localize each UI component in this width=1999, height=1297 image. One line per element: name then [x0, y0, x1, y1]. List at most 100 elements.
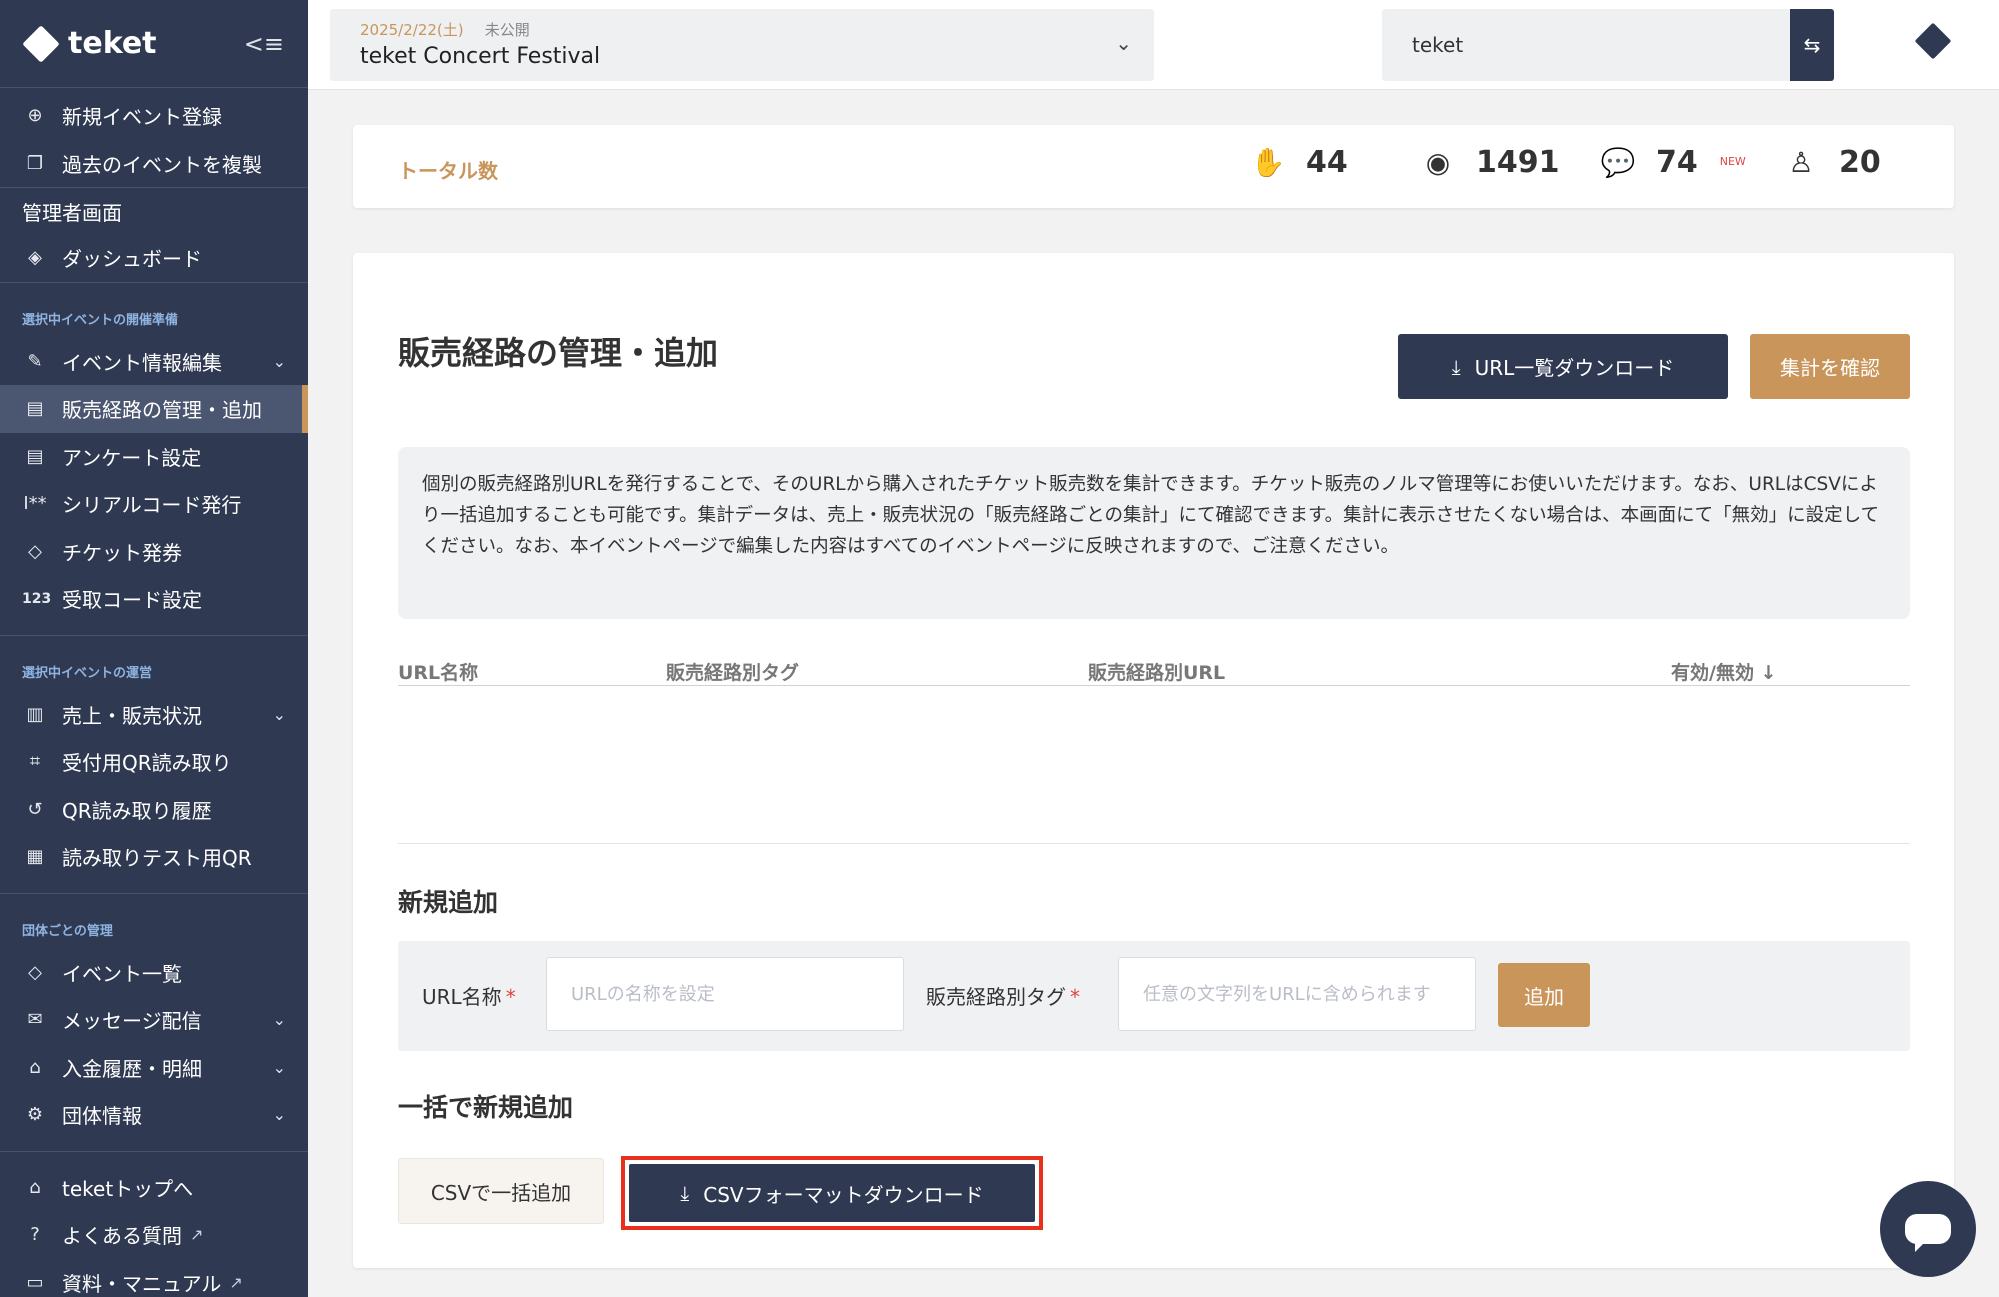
document-icon: ▤ — [26, 445, 44, 467]
eye-icon: ◉ — [1425, 146, 1451, 179]
add-button[interactable]: 追加 — [1498, 963, 1590, 1027]
totals-card: トータル数 ✋ 44 ◉ 1491 💬 74 NEW ♙ 20 — [353, 125, 1954, 208]
event-meta: 2025/2/22(土) 未公開 — [360, 19, 1124, 40]
column-url: 販売経路別URL — [1088, 662, 1226, 684]
page-title: 販売経路の管理・追加 — [398, 334, 719, 372]
sidebar-item-test-qr[interactable]: ▦ 読み取りテスト用QR — [0, 833, 308, 881]
sidebar-header: teket <≡ — [0, 0, 308, 88]
history-icon: ↺ — [27, 798, 43, 820]
sidebar-item-label: QR読み取り履歴 — [62, 798, 212, 823]
sidebar-item-label: 入金履歴・明細 — [62, 1056, 202, 1081]
tag-icon: ◇ — [28, 961, 42, 983]
chevron-down-icon: ⌄ — [272, 351, 286, 371]
sidebar-item-label: シリアルコード発行 — [62, 493, 242, 518]
scan-icon: ⌗ — [29, 751, 41, 773]
new-add-form: URL名称 * 販売経路別タグ* 追加 — [398, 941, 1910, 1051]
url-name-input[interactable] — [546, 957, 904, 1031]
sidebar-item-qr-history[interactable]: ↺ QR読み取り履歴 — [0, 786, 308, 834]
layers-icon: ◈ — [28, 247, 42, 269]
comments-count: 74 — [1656, 145, 1698, 180]
question-icon: ? — [30, 1224, 40, 1246]
sidebar-item-teket-top[interactable]: ⌂ teketトップへ — [0, 1164, 308, 1212]
comments-stat: 💬 74 NEW — [1598, 145, 1746, 180]
sidebar-item-edit-event[interactable]: ✎ イベント情報編集 ⌄ — [0, 338, 308, 386]
sidebar-item-sales-status[interactable]: ▥ 売上・販売状況 ⌄ — [0, 691, 308, 739]
clap-count: 44 — [1306, 145, 1348, 180]
serial-icon: I** — [23, 493, 47, 515]
sidebar-item-label: 読み取りテスト用QR — [62, 846, 252, 871]
comment-icon: 💬 — [1600, 146, 1636, 179]
gear-icon: ⚙ — [26, 1104, 44, 1126]
teket-logo-icon[interactable] — [1914, 22, 1952, 60]
button-label: 集計を確認 — [1780, 356, 1880, 380]
sidebar-item-serial-code[interactable]: I** シリアルコード発行 — [0, 480, 308, 528]
sidebar-item-messages[interactable]: ✉ メッセージ配信 ⌄ — [0, 996, 308, 1044]
sidebar-item-label: ダッシュボード — [62, 247, 202, 272]
sidebar-divider — [0, 1150, 308, 1152]
url-list-download-button[interactable]: ⤓ URL一覧ダウンロード — [1398, 334, 1728, 399]
sidebar-item-payments[interactable]: ⌂ 入金履歴・明細 ⌄ — [0, 1044, 308, 1092]
organization-name: teket — [1412, 33, 1464, 57]
sidebar-item-sales-channels[interactable]: ▤ 販売経路の管理・追加 — [0, 385, 308, 433]
collapse-sidebar-icon[interactable]: <≡ — [244, 30, 284, 58]
sidebar-item-receive-code[interactable]: 123 受取コード設定 — [0, 575, 308, 623]
label-text: URL名称 — [422, 985, 502, 1009]
sidebar-item-new-event[interactable]: ⊕ 新規イベント登録 — [0, 92, 308, 140]
csv-format-download-button[interactable]: ⤓ CSVフォーマットダウンロード — [629, 1164, 1035, 1222]
column-url-name: URL名称 — [398, 662, 479, 684]
sidebar-item-label: 資料・マニュアル — [62, 1271, 222, 1296]
event-status: 未公開 — [484, 21, 530, 39]
sidebar-item-qr-scan[interactable]: ⌗ 受付用QR読み取り — [0, 738, 308, 786]
sidebar-item-label: 受付用QR読み取り — [62, 751, 232, 776]
sidebar-item-dashboard[interactable]: ◈ ダッシュボード — [0, 234, 308, 282]
chevron-down-icon: ⌄ — [272, 1105, 286, 1125]
views-stat: ◉ 1491 — [1418, 145, 1560, 180]
home-icon: ⌂ — [29, 1176, 41, 1198]
swap-icon: ⇆ — [1803, 33, 1821, 57]
view-aggregate-button[interactable]: 集計を確認 — [1750, 334, 1910, 399]
sidebar-item-label: イベント一覧 — [62, 961, 182, 986]
sidebar-item-org-info[interactable]: ⚙ 団体情報 ⌄ — [0, 1091, 308, 1139]
table-bottom-divider — [398, 843, 1910, 844]
sidebar-item-ticket-issue[interactable]: ◇ チケット発券 — [0, 528, 308, 576]
column-tag: 販売経路別タグ — [666, 662, 800, 684]
brand-name: teket — [68, 26, 157, 61]
top-bar: 2025/2/22(土) 未公開 teket Concert Festival … — [308, 0, 1999, 90]
button-label: CSVフォーマットダウンロード — [703, 1182, 984, 1207]
sidebar-section-title: 団体ごとの管理 — [22, 923, 113, 939]
button-label: 追加 — [1524, 984, 1564, 1009]
sidebar-item-label: 新規イベント登録 — [62, 105, 222, 130]
totals-label: トータル数 — [398, 159, 498, 183]
tag-input[interactable] — [1118, 957, 1476, 1031]
chevron-down-icon: ⌄ — [1115, 31, 1132, 55]
sidebar-item-admin[interactable]: 管理者画面 — [0, 187, 308, 234]
table-header: URL名称 販売経路別タグ 販売経路別URL 有効/無効 ↓ — [398, 653, 1910, 686]
sidebar-item-manual[interactable]: ▭ 資料・マニュアル ↗ — [0, 1259, 308, 1297]
sidebar-item-label: メッセージ配信 — [62, 1009, 202, 1034]
chevron-down-icon: ⌄ — [272, 1057, 286, 1077]
users-count: 20 — [1839, 145, 1881, 180]
chevron-down-icon: ⌄ — [272, 704, 286, 724]
download-icon: ⤓ — [680, 1181, 690, 1205]
sidebar-item-faq[interactable]: ? よくある質問 ↗ — [0, 1211, 308, 1259]
event-date: 2025/2/22(土) — [360, 21, 464, 39]
ticket-icon: ◇ — [28, 540, 42, 562]
sidebar-item-survey[interactable]: ▤ アンケート設定 — [0, 433, 308, 481]
switch-organization-button[interactable]: ⇆ — [1790, 9, 1834, 81]
csv-bulk-add-button[interactable]: CSVで一括追加 — [398, 1158, 604, 1224]
bar-chart-icon: ▥ — [26, 703, 44, 725]
sidebar-item-duplicate-event[interactable]: ❐ 過去のイベントを複製 — [0, 140, 308, 188]
required-mark: * — [1070, 985, 1080, 1009]
chat-button[interactable] — [1880, 1181, 1976, 1277]
sidebar-item-event-list[interactable]: ◇ イベント一覧 — [0, 949, 308, 997]
number-123-icon: 123 — [22, 590, 52, 607]
users-stat: ♙ 20 — [1781, 145, 1881, 180]
teket-logo-icon — [22, 24, 60, 63]
column-active-sort[interactable]: 有効/無効 ↓ — [1671, 658, 1776, 685]
event-selector[interactable]: 2025/2/22(土) 未公開 teket Concert Festival … — [330, 9, 1154, 81]
button-label: CSVで一括追加 — [430, 1180, 572, 1205]
external-link-icon: ↗ — [229, 1272, 243, 1292]
tag-label: 販売経路別タグ * — [926, 981, 1080, 1010]
sidebar-item-label: イベント情報編集 — [62, 350, 222, 375]
brand-logo[interactable]: teket — [22, 24, 244, 63]
